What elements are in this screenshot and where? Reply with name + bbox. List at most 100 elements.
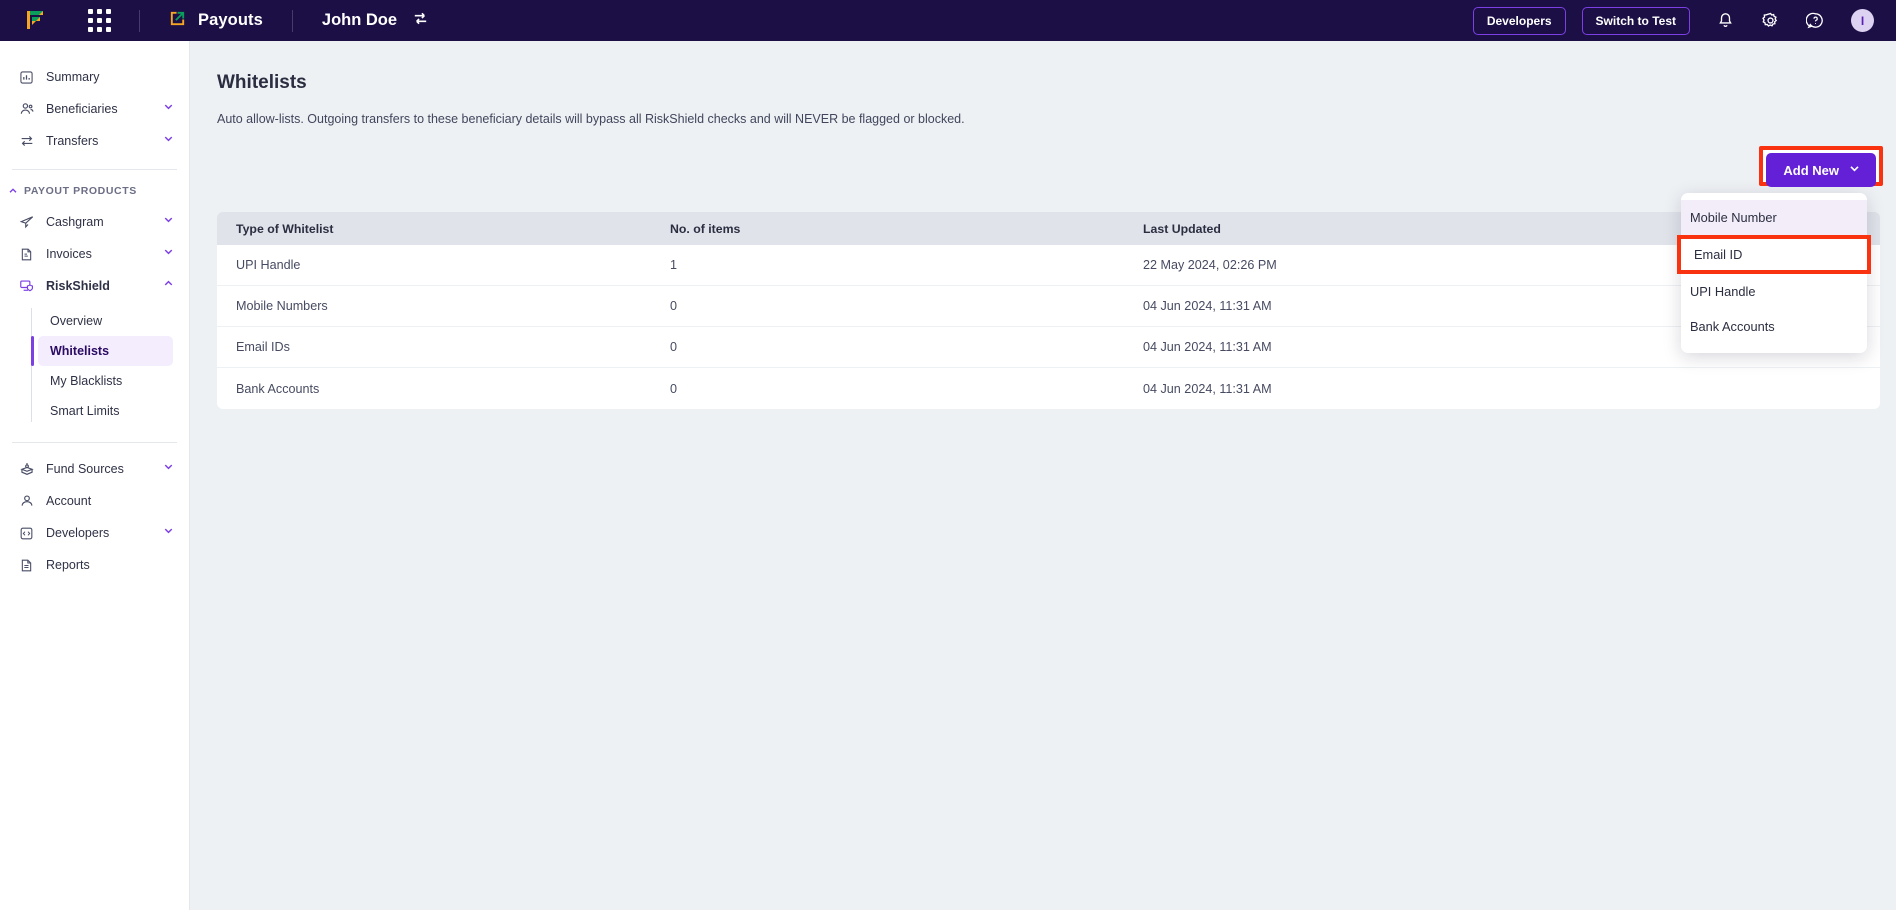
help-question-icon[interactable]	[1806, 11, 1825, 30]
developers-button[interactable]: Developers	[1472, 6, 1566, 35]
cell-count: 0	[670, 381, 678, 396]
whitelists-table: Type of Whitelist No. of items Last Upda…	[217, 212, 1880, 409]
add-new-button[interactable]: Add New	[1766, 153, 1876, 187]
topbar-actions: Developers Switch to Test I	[1457, 6, 1874, 35]
code-brackets-icon	[18, 525, 35, 542]
sidebar-label: Cashgram	[46, 215, 104, 229]
notification-bell-icon[interactable]	[1716, 11, 1735, 30]
action-row: Add New Mobile Number Email ID UPI Handl…	[190, 146, 1883, 353]
sidebar-label: Account	[46, 494, 92, 508]
sidebar-label: Transfers	[46, 134, 99, 148]
sidebar-label: Invoices	[46, 247, 92, 261]
cell-type: Email IDs	[236, 340, 290, 354]
dropdown-item-bank-accounts[interactable]: Bank Accounts	[1681, 309, 1867, 344]
divider	[291, 9, 293, 32]
chart-bar-icon	[18, 69, 35, 86]
sidebar: Summary Beneficiaries Transfers PAYOUT P…	[0, 41, 190, 910]
sidebar-label: Fund Sources	[46, 462, 124, 476]
table-row[interactable]: UPI Handle 1 22 May 2024, 02:26 PM	[217, 245, 1880, 286]
switch-to-test-button[interactable]: Switch to Test	[1581, 6, 1690, 35]
product-switcher[interactable]: Payouts	[168, 9, 263, 33]
sidebar-sublabel: Overview	[50, 314, 103, 328]
dropdown-item-upi-handle[interactable]: UPI Handle	[1681, 274, 1867, 309]
sidebar-item-developers[interactable]: Developers	[0, 517, 189, 549]
table-header-row: Type of Whitelist No. of items Last Upda…	[217, 212, 1880, 245]
sidebar-label: Beneficiaries	[46, 102, 118, 116]
top-navigation-bar: Payouts John Doe Developers Switch to Te…	[0, 0, 1896, 41]
sidebar-label: RiskShield	[46, 279, 110, 293]
paper-plane-icon	[18, 214, 35, 231]
chevron-down-icon[interactable]	[162, 245, 175, 263]
switch-account-icon[interactable]	[411, 9, 430, 33]
sidebar-item-summary[interactable]: Summary	[0, 61, 189, 93]
column-header-type: Type of Whitelist	[236, 221, 334, 236]
sidebar-item-cashgram[interactable]: Cashgram	[0, 206, 189, 238]
section-title: PAYOUT PRODUCTS	[24, 185, 137, 197]
sidebar-item-invoices[interactable]: Invoices	[0, 238, 189, 270]
sidebar-label: Reports	[46, 558, 90, 572]
transfer-arrows-icon	[18, 133, 35, 150]
chevron-down-icon[interactable]	[162, 213, 175, 231]
sidebar-item-fund-sources[interactable]: Fund Sources	[0, 453, 189, 485]
riskshield-monitor-icon	[18, 278, 35, 295]
account-switcher[interactable]: John Doe	[322, 9, 430, 33]
chevron-down-icon[interactable]	[162, 100, 175, 118]
product-label: Payouts	[198, 11, 263, 29]
avatar[interactable]: I	[1851, 9, 1874, 32]
sidebar-item-my-blacklists[interactable]: My Blacklists	[38, 366, 173, 396]
sidebar-sublabel: Smart Limits	[50, 404, 120, 418]
sidebar-label: Summary	[46, 70, 100, 84]
dropdown-item-mobile-number[interactable]: Mobile Number	[1681, 200, 1867, 235]
chevron-up-icon[interactable]	[6, 185, 20, 197]
chevron-down-icon[interactable]	[162, 460, 175, 478]
riskshield-subnav: Overview Whitelists My Blacklists Smart …	[0, 306, 189, 426]
person-icon	[18, 493, 35, 510]
payouts-launch-icon	[168, 9, 187, 33]
cell-count: 0	[670, 340, 678, 354]
add-new-label: Add New	[1783, 162, 1839, 178]
column-header-count: No. of items	[670, 221, 741, 236]
cell-type: Mobile Numbers	[236, 299, 328, 313]
table-row[interactable]: Email IDs 0 04 Jun 2024, 11:31 AM	[217, 327, 1880, 368]
dropdown-item-email-id[interactable]: Email ID	[1677, 235, 1871, 274]
divider	[12, 169, 177, 170]
fund-source-icon	[18, 461, 35, 478]
sidebar-sublabel: My Blacklists	[50, 374, 123, 388]
invoice-document-icon	[18, 246, 35, 263]
add-new-highlight-box: Add New	[1759, 146, 1883, 187]
sidebar-item-overview[interactable]: Overview	[38, 306, 173, 336]
chevron-up-icon[interactable]	[162, 277, 175, 295]
sidebar-label: Developers	[46, 526, 110, 540]
sidebar-item-beneficiaries[interactable]: Beneficiaries	[0, 93, 189, 125]
sidebar-item-transfers[interactable]: Transfers	[0, 125, 189, 157]
chevron-down-icon[interactable]	[162, 132, 175, 150]
report-document-icon	[18, 557, 35, 574]
sidebar-item-account[interactable]: Account	[0, 485, 189, 517]
divider	[139, 9, 140, 32]
cell-type: Bank Accounts	[236, 381, 320, 396]
account-name: John Doe	[321, 11, 398, 29]
section-payout-products[interactable]: PAYOUT PRODUCTS	[0, 176, 189, 206]
table-row[interactable]: Bank Accounts 0 04 Jun 2024, 11:31 AM	[217, 368, 1880, 409]
add-new-dropdown-menu: Mobile Number Email ID UPI Handle Bank A…	[1677, 193, 1871, 353]
cell-type: UPI Handle	[236, 258, 301, 272]
settings-gear-icon[interactable]	[1761, 11, 1780, 30]
users-icon	[18, 101, 35, 118]
main-content: Whitelists Auto allow-lists. Outgoing tr…	[190, 41, 1896, 910]
cell-updated: 04 Jun 2024, 11:31 AM	[1143, 381, 1272, 396]
page-description: Auto allow-lists. Outgoing transfers to …	[217, 112, 965, 126]
cell-count: 0	[670, 299, 678, 313]
cell-count: 1	[670, 258, 678, 272]
chevron-down-icon	[1848, 162, 1861, 178]
cashfree-logo-icon[interactable]	[24, 8, 46, 33]
sidebar-item-reports[interactable]: Reports	[0, 549, 189, 581]
apps-grid-icon[interactable]	[88, 9, 111, 32]
sidebar-item-smart-limits[interactable]: Smart Limits	[38, 396, 173, 426]
page-title: Whitelists	[217, 72, 307, 93]
sidebar-sublabel: Whitelists	[50, 344, 110, 358]
chevron-down-icon[interactable]	[162, 524, 175, 542]
table-row[interactable]: Mobile Numbers 0 04 Jun 2024, 11:31 AM	[217, 286, 1880, 327]
sidebar-item-riskshield[interactable]: RiskShield	[0, 270, 189, 302]
sidebar-item-whitelists[interactable]: Whitelists	[31, 336, 173, 366]
